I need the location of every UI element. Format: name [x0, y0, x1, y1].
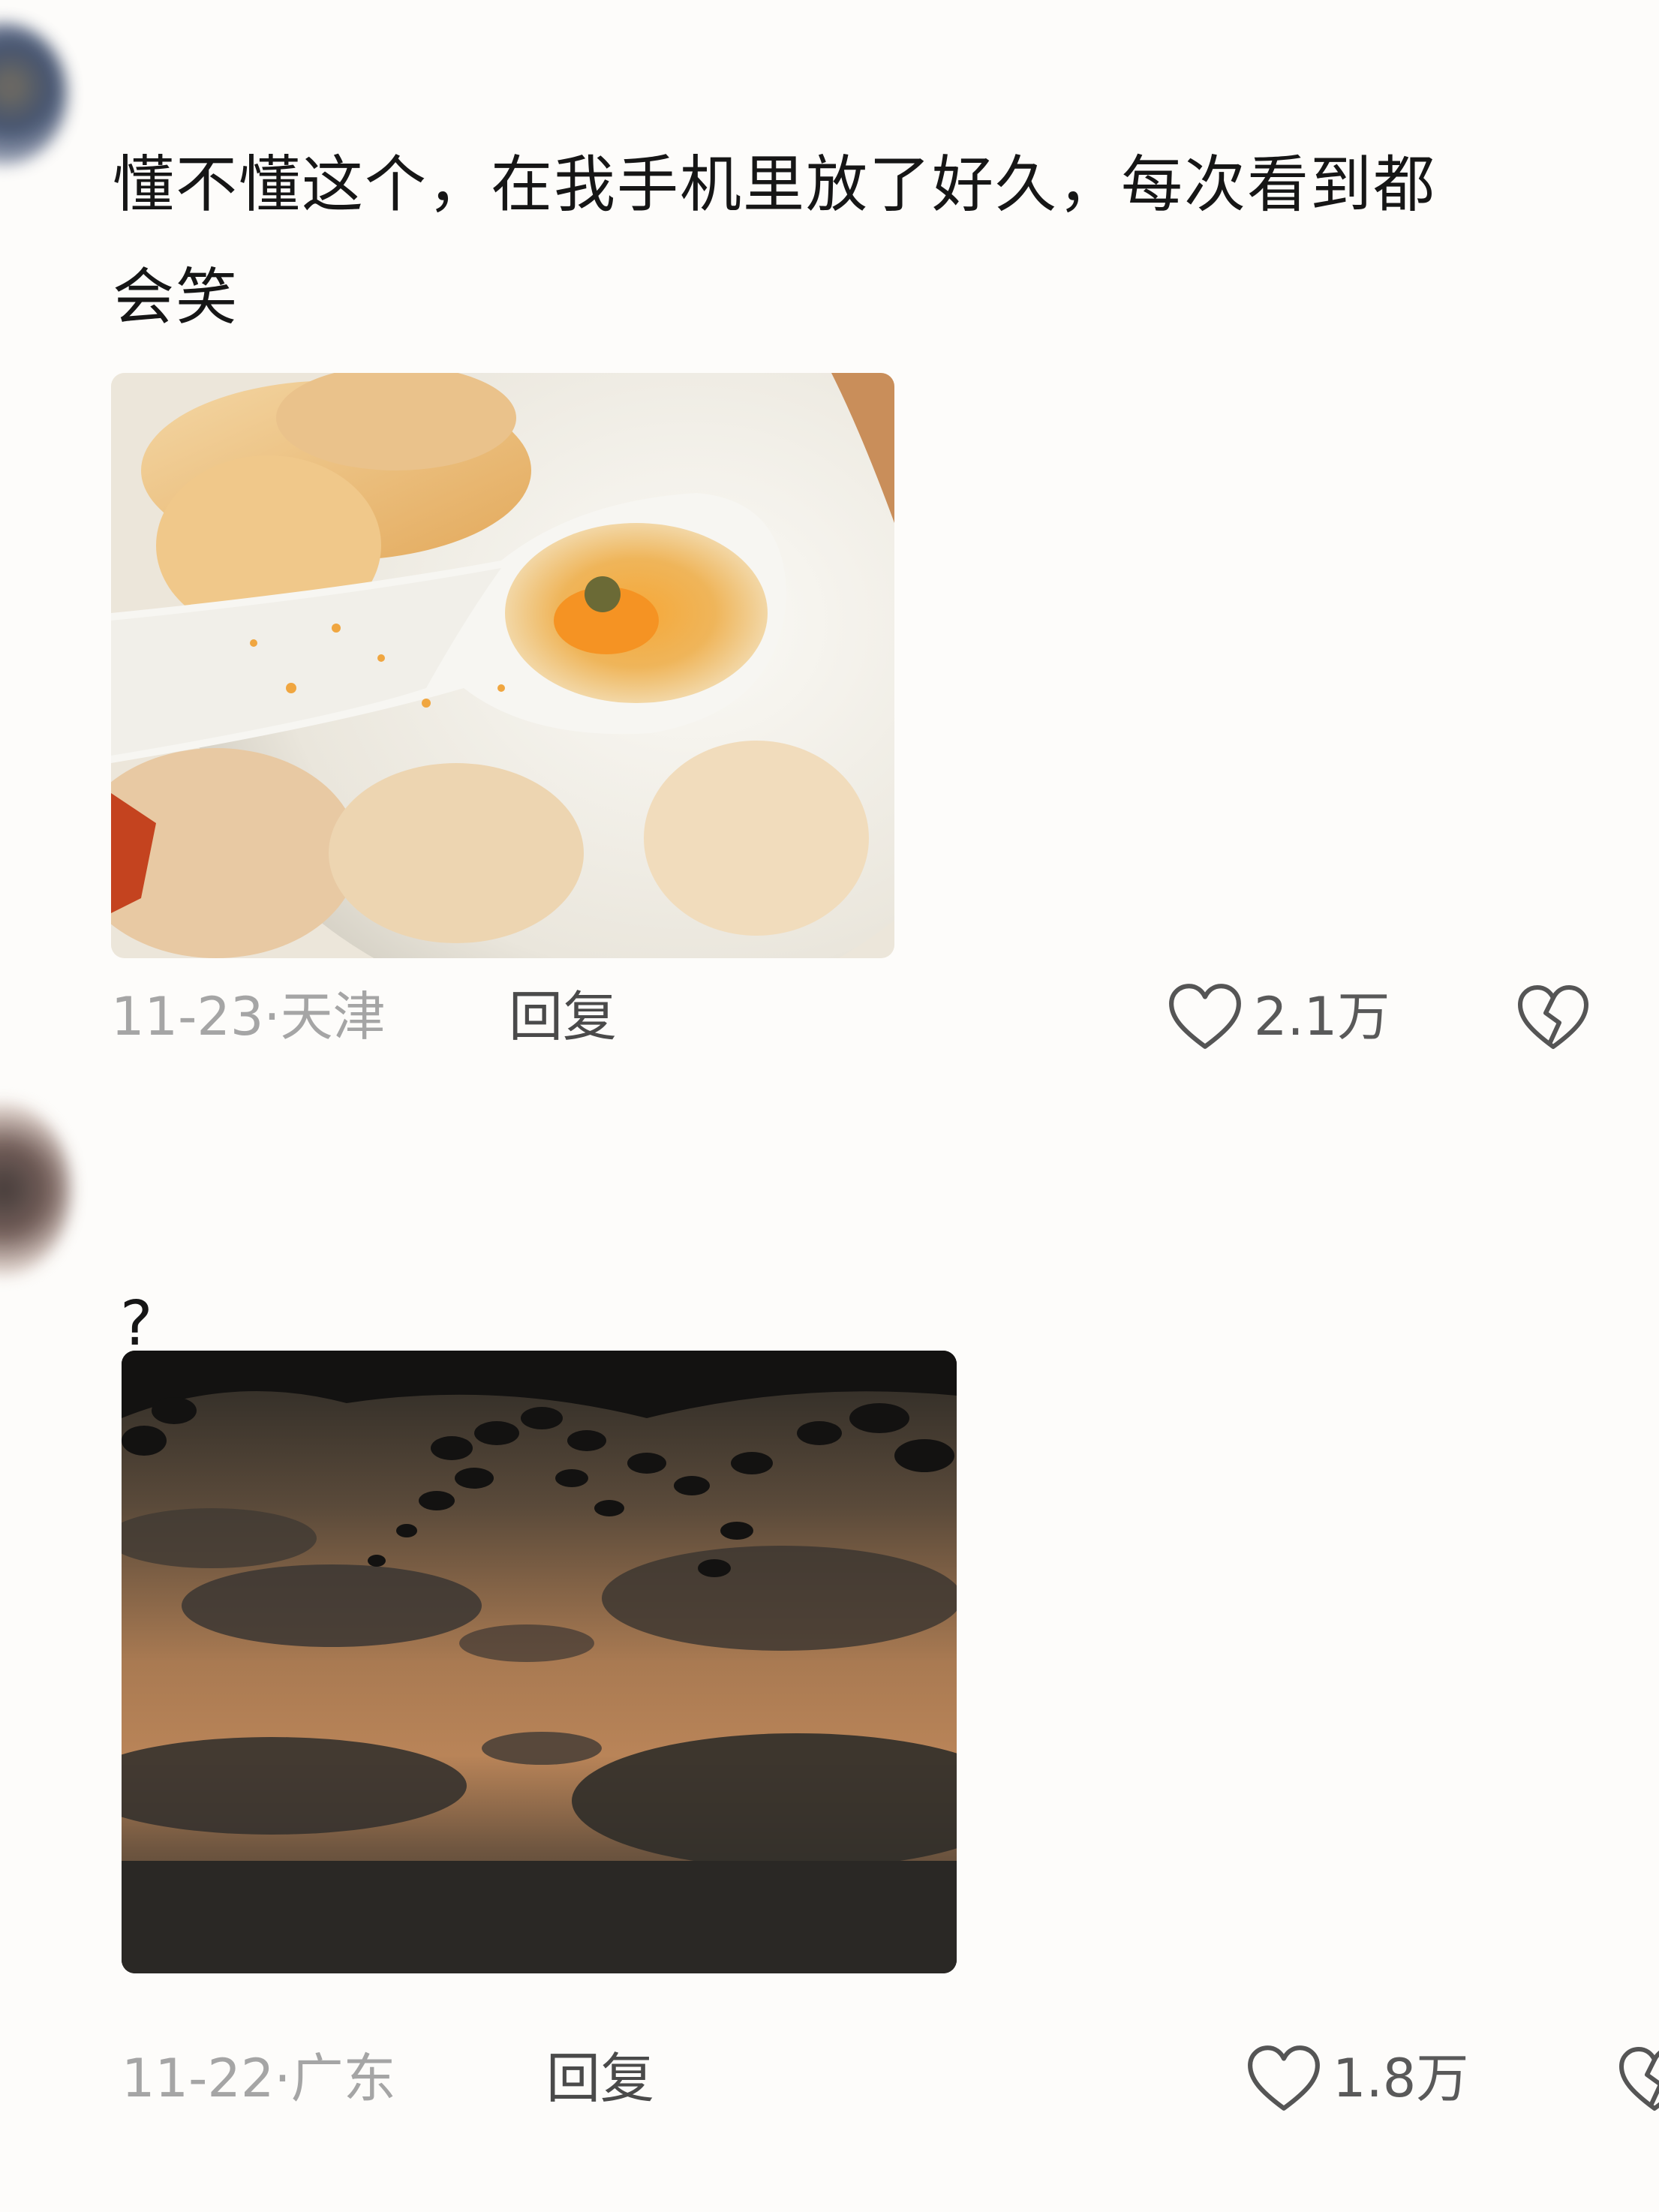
comment-item: 懂不懂这个，在我手机里放了好久，每次看到都 会笑 11-23·天津 回复 2.1… [0, 0, 1659, 1095]
heart-outline-icon [1248, 2045, 1320, 2111]
comment-location: 广东 [290, 2048, 396, 2109]
comment-meta: 11-23·天津 回复 2.1万 [0, 975, 1659, 1058]
broken-heart-icon [1518, 985, 1588, 1049]
reply-button[interactable]: 回复 [546, 2037, 654, 2120]
comment-date: 11-22 [122, 2048, 275, 2109]
like-count: 2.1万 [1254, 986, 1390, 1047]
dislike-button[interactable] [1516, 979, 1591, 1054]
like-button[interactable]: 2.1万 [1167, 975, 1390, 1058]
avatar[interactable] [0, 1103, 71, 1276]
comment-date-location: 11-22·广东 [122, 2037, 396, 2120]
comment-image[interactable] [122, 1351, 957, 1973]
comment-text: 懂不懂这个，在我手机里放了好久，每次看到都 会笑 [113, 149, 1437, 333]
reply-button[interactable]: 回复 [509, 975, 617, 1058]
comment-item: ? 11-22·广东 回复 1.8万 [0, 1095, 1659, 2212]
like-count: 1.8万 [1333, 2048, 1469, 2109]
comment-date: 11-23 [111, 986, 264, 1047]
photo-spoon-dumplings [111, 373, 894, 958]
avatar[interactable] [0, 23, 68, 165]
comment-image[interactable] [111, 373, 894, 958]
photo-sunset-sky [122, 1351, 957, 1973]
meta-separator: · [263, 986, 281, 1047]
comment-location: 天津 [280, 986, 386, 1047]
comment-meta: 11-22·广东 回复 1.8万 [0, 2037, 1659, 2120]
comment-date-location: 11-23·天津 [111, 975, 386, 1058]
broken-heart-icon [1619, 2047, 1659, 2111]
heart-outline-icon [1169, 984, 1241, 1049]
meta-separator: · [274, 2048, 291, 2109]
dislike-button[interactable] [1617, 2041, 1659, 2116]
like-button[interactable]: 1.8万 [1246, 2037, 1468, 2120]
